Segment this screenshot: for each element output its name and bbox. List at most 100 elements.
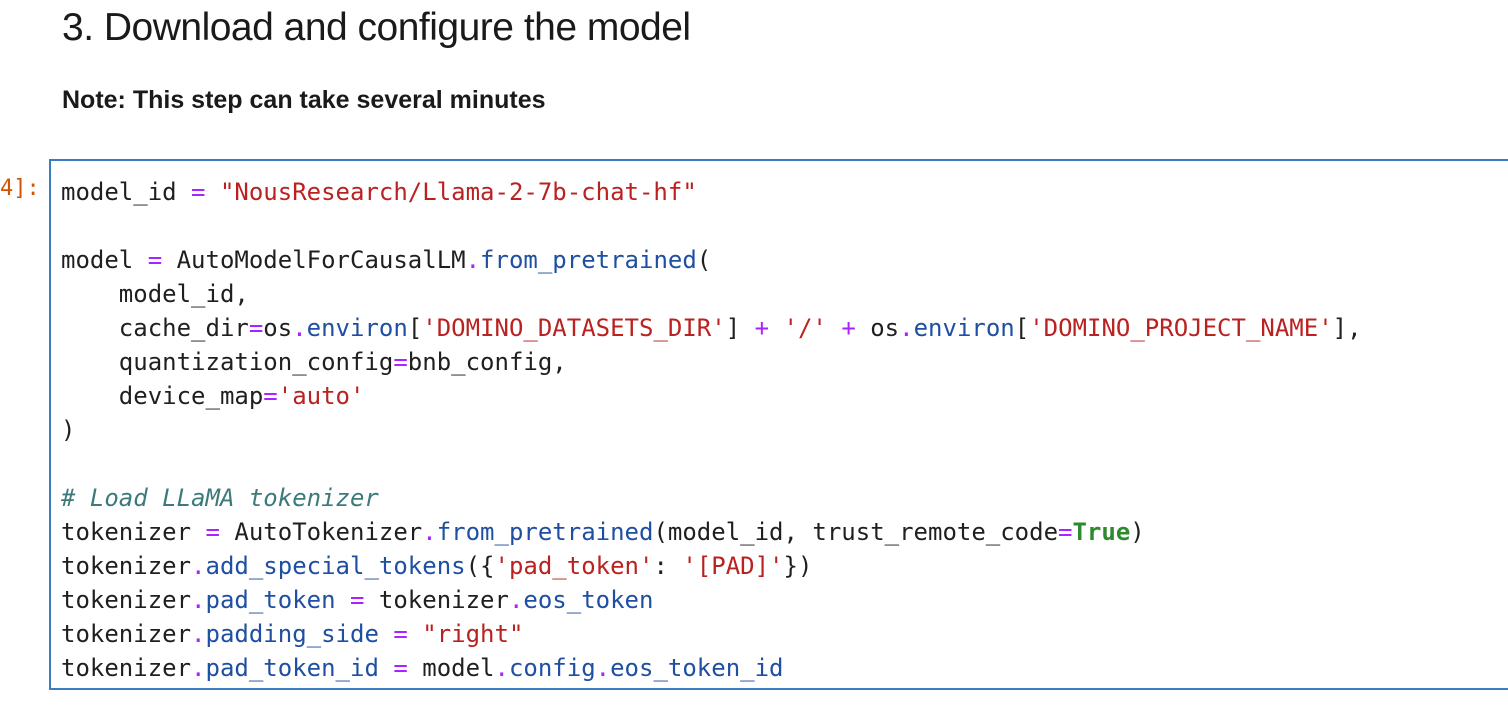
code-line: device_map='auto': [61, 379, 1362, 413]
section-note: Note: This step can take several minutes: [62, 86, 546, 114]
code-token: .: [292, 314, 307, 342]
code-line: tokenizer.add_special_tokens({'pad_token…: [61, 549, 1362, 583]
code-token: =: [1058, 518, 1073, 546]
code-token: environ: [913, 314, 1015, 342]
code-token: 'pad_token': [494, 552, 654, 580]
code-token: 'auto': [277, 382, 365, 410]
code-token: ): [1130, 518, 1145, 546]
code-token: pad_token: [205, 586, 336, 614]
code-line: model_id = "NousResearch/Llama-2-7b-chat…: [61, 175, 1362, 209]
code-token: model_id,: [61, 280, 249, 308]
code-token: =: [393, 620, 408, 648]
code-token: model_id: [61, 178, 192, 206]
code-token: padding_side: [205, 620, 379, 648]
code-token: =: [205, 518, 220, 546]
cell-prompt: 4]:: [0, 176, 40, 201]
code-token: "NousResearch/Llama-2-7b-chat-hf": [219, 178, 697, 206]
code-token: :: [653, 552, 683, 580]
code-token: 'DOMINO_PROJECT_NAME': [1029, 314, 1333, 342]
code-token: }): [783, 552, 813, 580]
code-token: tokenizer: [61, 620, 192, 648]
code-token: .: [422, 518, 437, 546]
code-line: quantization_config=bnb_config,: [61, 345, 1362, 379]
code-token: =: [263, 382, 278, 410]
code-token: bnb_config,: [407, 348, 567, 376]
code-token: config: [508, 654, 596, 682]
code-token: (model_id, trust_remote_code: [653, 518, 1059, 546]
code-token: True: [1072, 518, 1131, 546]
code-token: quantization_config: [61, 348, 394, 376]
code-token: add_special_tokens: [205, 552, 466, 580]
code-token: from_pretrained: [436, 518, 654, 546]
code-token: tokenizer: [61, 552, 192, 580]
code-line: tokenizer.padding_side = "right": [61, 617, 1362, 651]
code-token: # Load LLaMA tokenizer: [61, 484, 379, 512]
code-token: .: [899, 314, 914, 342]
code-token: ): [61, 416, 76, 444]
code-token: .: [595, 654, 611, 682]
code-token: os: [263, 314, 293, 342]
code-token: .: [191, 620, 206, 648]
code-token: AutoModelForCausalLM: [162, 246, 466, 274]
code-token: eos_token: [523, 586, 654, 614]
code-token: os: [855, 314, 900, 342]
code-token: (: [696, 246, 712, 274]
code-line: model = AutoModelForCausalLM.from_pretra…: [61, 243, 1362, 277]
code-line: tokenizer.pad_token_id = model.config.eo…: [61, 651, 1362, 685]
code-token: =: [393, 348, 408, 376]
code-token: pad_token_id: [205, 654, 379, 682]
code-token: .: [508, 586, 524, 614]
code-token: .: [191, 552, 206, 580]
code-token: model: [61, 246, 148, 274]
code-token: tokenizer: [61, 586, 192, 614]
code-token: '[PAD]': [682, 552, 784, 580]
code-token: tokenizer: [61, 654, 192, 682]
code-token: environ: [306, 314, 408, 342]
code-token: from_pretrained: [480, 246, 697, 274]
code-token: 'DOMINO_DATASETS_DIR': [422, 314, 726, 342]
code-token: .: [191, 586, 206, 614]
code-token: +: [841, 314, 856, 342]
code-token: =: [248, 314, 264, 342]
code-token: =: [147, 246, 163, 274]
code-line: tokenizer = AutoTokenizer.from_pretraine…: [61, 515, 1362, 549]
code-token: eos_token_id: [610, 654, 784, 682]
code-token: [: [407, 314, 423, 342]
code-token: ({: [465, 552, 495, 580]
code-line: cache_dir=os.environ['DOMINO_DATASETS_DI…: [61, 311, 1362, 345]
code-token: tokenizer: [364, 586, 509, 614]
code-token: AutoTokenizer: [219, 518, 423, 546]
code-token: =: [350, 586, 365, 614]
code-token: .: [465, 246, 481, 274]
section-title: 3. Download and configure the model: [62, 6, 691, 49]
code-token: [: [1014, 314, 1030, 342]
code-token: .: [191, 654, 206, 682]
code-token: "right": [422, 620, 524, 648]
code-line: ): [61, 413, 1362, 447]
code-token: +: [754, 314, 770, 342]
code-token: .: [494, 654, 509, 682]
code-token: ],: [1332, 314, 1362, 342]
code-token: =: [393, 654, 408, 682]
code-line: # Load LLaMA tokenizer: [61, 481, 1362, 515]
code-cell[interactable]: model_id = "NousResearch/Llama-2-7b-chat…: [49, 159, 1508, 690]
code-token: tokenizer: [61, 518, 206, 546]
code-token: model: [407, 654, 495, 682]
code-line: model_id,: [61, 277, 1362, 311]
code-token: =: [191, 178, 206, 206]
code-line: tokenizer.pad_token = tokenizer.eos_toke…: [61, 583, 1362, 617]
code-token: ]: [725, 314, 755, 342]
code-token: cache_dir: [61, 314, 249, 342]
code-token: device_map: [61, 382, 264, 410]
code-token: '/': [783, 314, 827, 342]
code-editor[interactable]: model_id = "NousResearch/Llama-2-7b-chat…: [61, 175, 1362, 685]
